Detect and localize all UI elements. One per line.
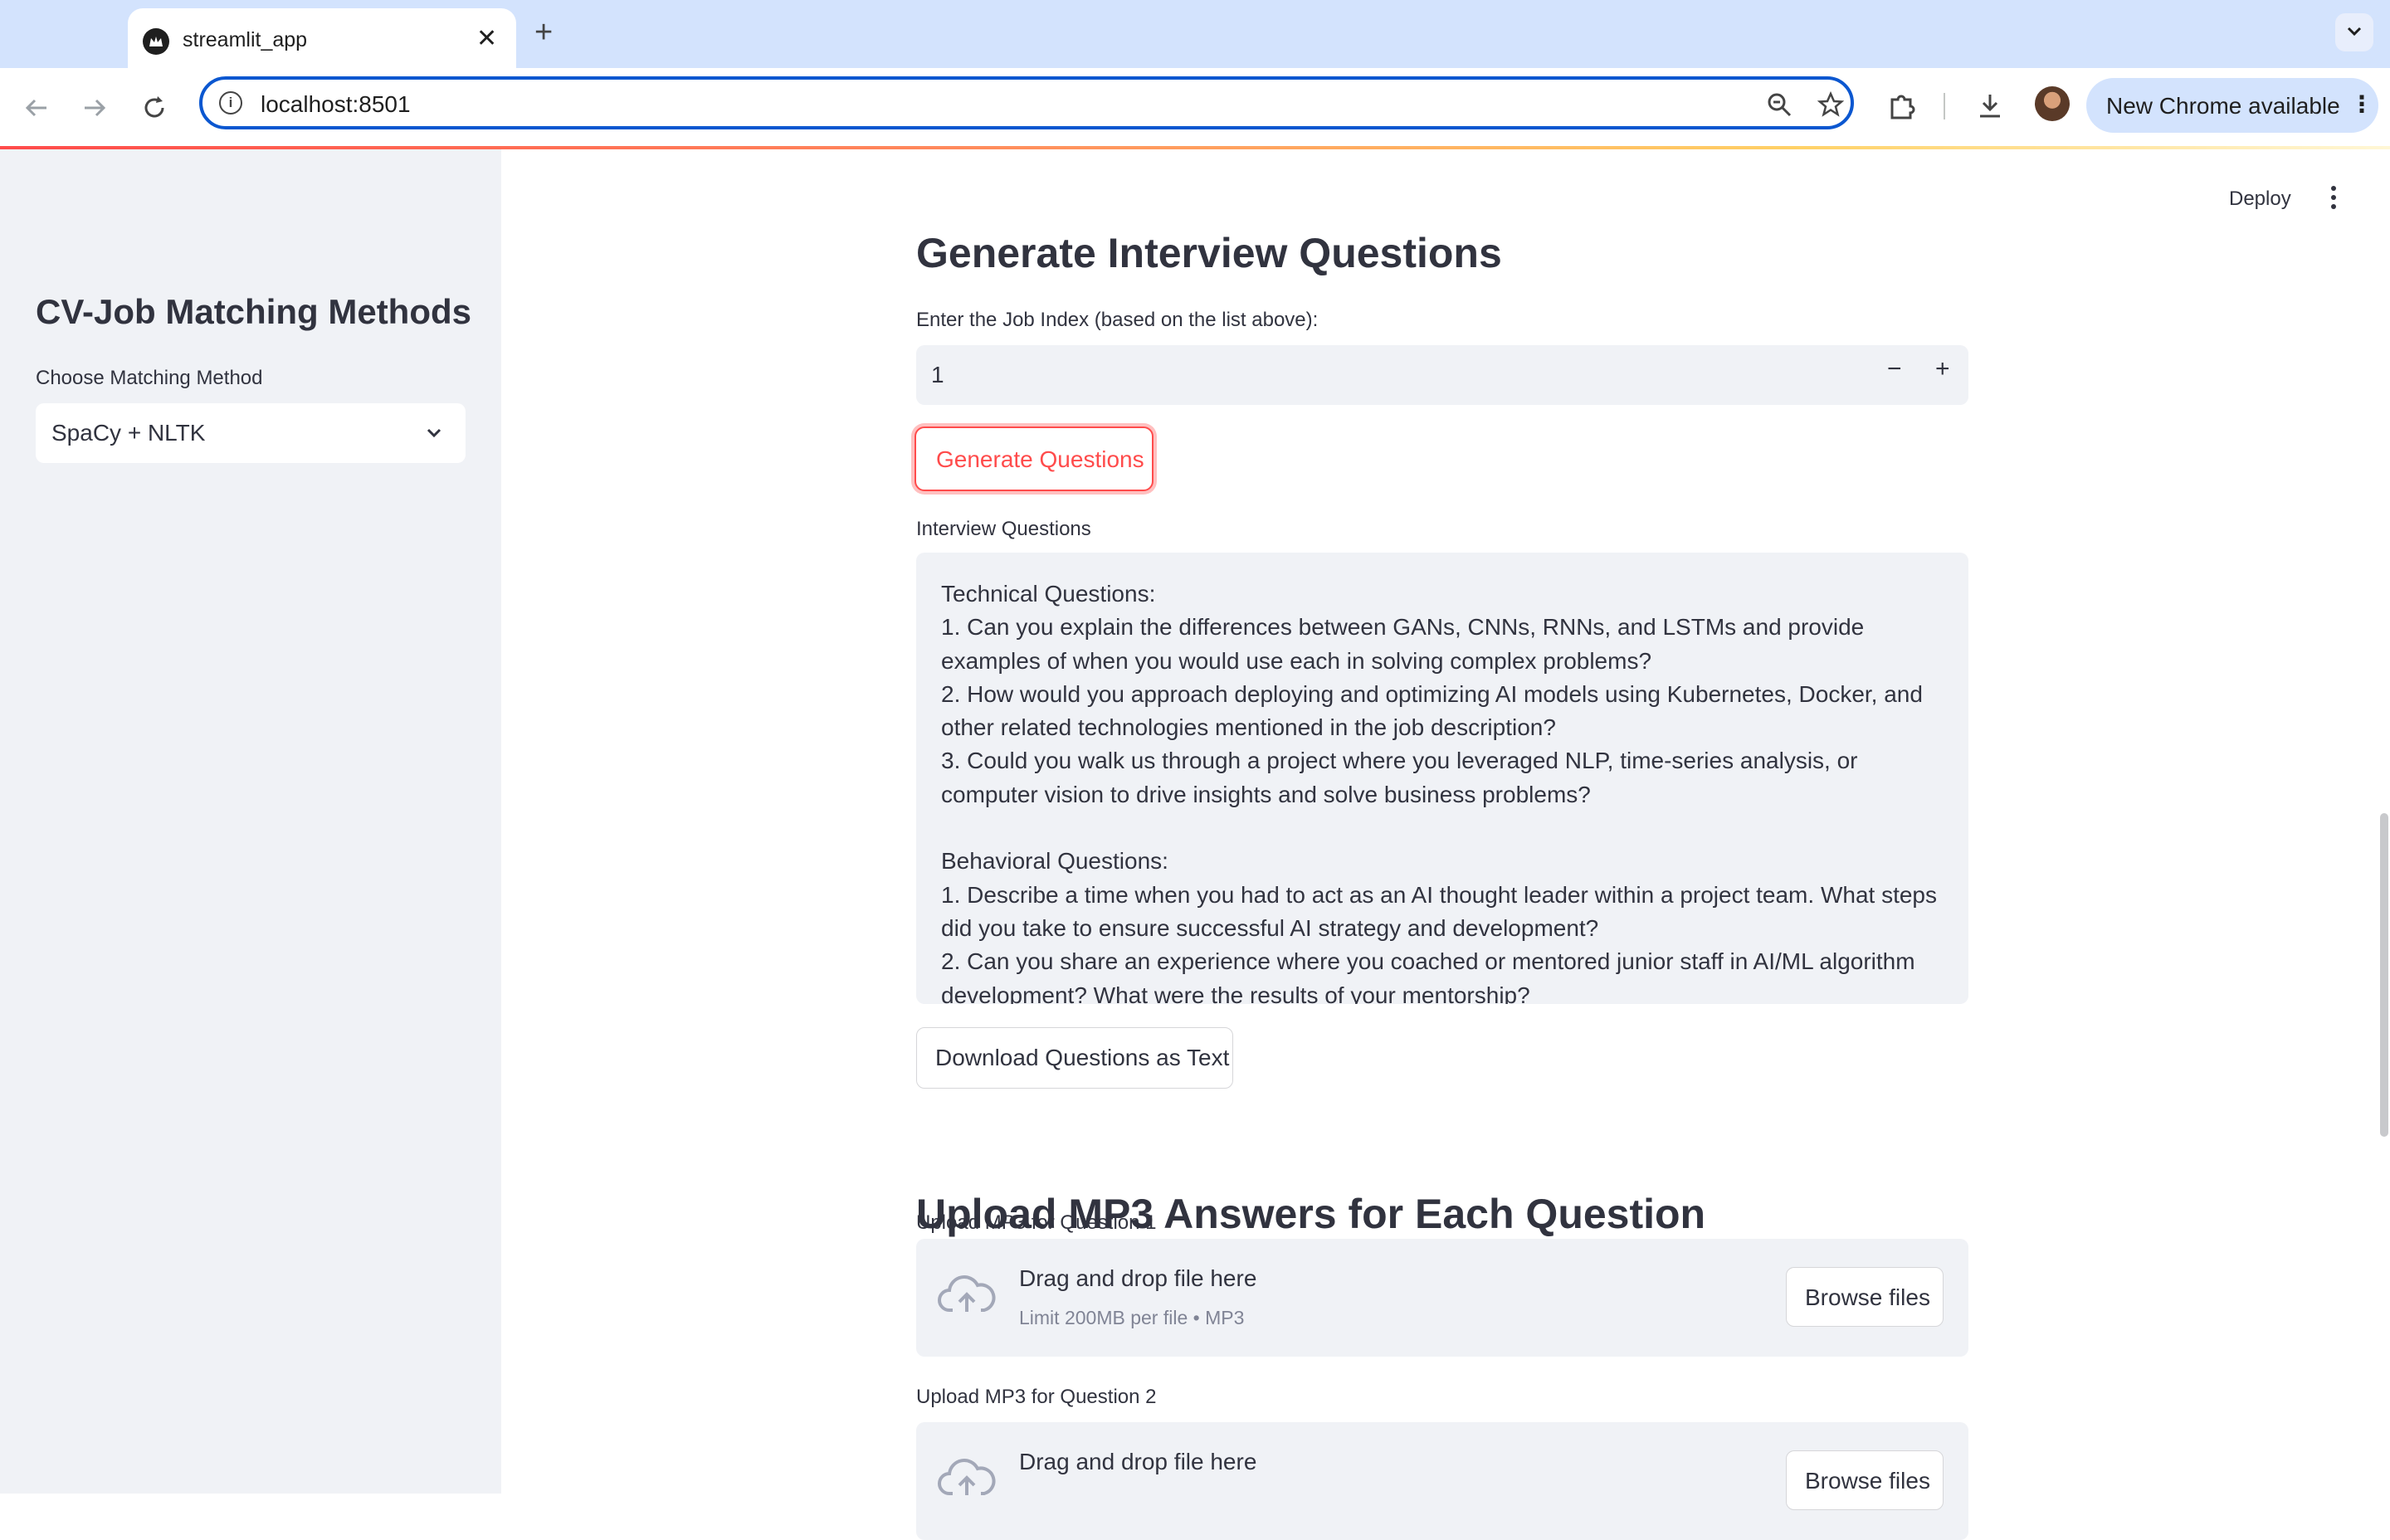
increment-icon[interactable]: + xyxy=(1935,355,1950,383)
address-url: localhost:8501 xyxy=(261,91,411,117)
chevron-down-icon xyxy=(427,428,441,438)
interview-questions-text: Technical Questions: 1. Can you explain … xyxy=(941,581,1937,1004)
cloud-upload-icon xyxy=(938,1459,996,1495)
matching-method-value: SpaCy + NLTK xyxy=(51,420,206,446)
browse-files-button-q2[interactable]: Browse files xyxy=(1786,1450,1944,1510)
uploader-q1-limit: Limit 200MB per file • MP3 xyxy=(1019,1307,1245,1328)
new-tab-icon[interactable]: + xyxy=(534,15,553,50)
matching-method-select[interactable]: SpaCy + NLTK xyxy=(36,403,466,463)
generate-questions-button[interactable]: Generate Questions xyxy=(915,426,1154,491)
forward-arrow-icon[interactable] xyxy=(80,93,110,123)
cloud-upload-icon xyxy=(938,1275,996,1312)
mp3-uploader-q1[interactable]: Drag and drop file here Limit 200MB per … xyxy=(916,1239,1968,1357)
streamlit-favicon-icon xyxy=(143,28,169,55)
toolbar-divider xyxy=(1944,93,1945,119)
download-questions-button[interactable]: Download Questions as Text xyxy=(916,1027,1233,1089)
site-info-icon[interactable]: i xyxy=(219,91,242,115)
job-index-label: Enter the Job Index (based on the list a… xyxy=(916,309,1319,331)
generate-questions-heading: Generate Interview Questions xyxy=(916,230,1502,276)
browse-files-label: Browse files xyxy=(1805,1284,1930,1310)
reload-icon[interactable] xyxy=(139,93,169,123)
browser-tab-bar: streamlit_app ✕ + xyxy=(0,0,2390,68)
download-questions-label: Download Questions as Text xyxy=(935,1045,1230,1070)
sidebar: CV-Job Matching Methods Choose Matching … xyxy=(0,149,501,1494)
profile-avatar[interactable] xyxy=(2035,86,2070,121)
sidebar-title: CV-Job Matching Methods xyxy=(36,292,471,331)
job-index-value[interactable]: 1 xyxy=(931,362,944,388)
matching-method-label: Choose Matching Method xyxy=(36,367,263,389)
page-scrollbar[interactable] xyxy=(2380,813,2388,1137)
decrement-icon[interactable]: − xyxy=(1887,355,1902,383)
uploader-q1-title: Drag and drop file here xyxy=(1019,1265,1257,1291)
upload-q1-label: Upload MP3 for Question 1 xyxy=(916,1211,1157,1234)
main-menu-icon[interactable] xyxy=(2329,186,2339,211)
browser-toolbar: i localhost:8501 New Chrome available ⋮ xyxy=(0,68,2390,148)
new-chrome-available-button[interactable]: New Chrome available ⋮ xyxy=(2086,78,2378,133)
interview-questions-textarea[interactable]: Technical Questions: 1. Can you explain … xyxy=(916,553,1968,1004)
interview-questions-label: Interview Questions xyxy=(916,518,1091,540)
extensions-puzzle-icon[interactable] xyxy=(1885,90,1919,123)
address-bar[interactable]: i localhost:8501 xyxy=(199,76,1854,129)
tab-search-chevron-icon[interactable] xyxy=(2335,13,2373,51)
browse-files-button-q1[interactable]: Browse files xyxy=(1786,1267,1944,1327)
chrome-menu-icon[interactable]: ⋮ xyxy=(2350,93,2373,116)
downloads-icon[interactable] xyxy=(1973,90,2007,123)
browser-tab[interactable]: streamlit_app ✕ xyxy=(128,8,516,68)
update-label: New Chrome available xyxy=(2106,93,2340,119)
back-arrow-icon[interactable] xyxy=(22,93,51,123)
zoom-icon[interactable] xyxy=(1766,91,1792,118)
deploy-button[interactable]: Deploy xyxy=(2229,188,2291,211)
close-tab-icon[interactable]: ✕ xyxy=(476,27,497,51)
generate-questions-label: Generate Questions xyxy=(936,446,1144,472)
bookmark-star-icon[interactable] xyxy=(1817,91,1844,118)
mp3-uploader-q2[interactable]: Drag and drop file here Browse files xyxy=(916,1422,1968,1540)
tab-title: streamlit_app xyxy=(183,28,308,51)
browse-files-label: Browse files xyxy=(1805,1468,1930,1494)
uploader-q2-title: Drag and drop file here xyxy=(1019,1449,1257,1474)
job-index-number-input[interactable]: 1 − + xyxy=(916,345,1968,405)
